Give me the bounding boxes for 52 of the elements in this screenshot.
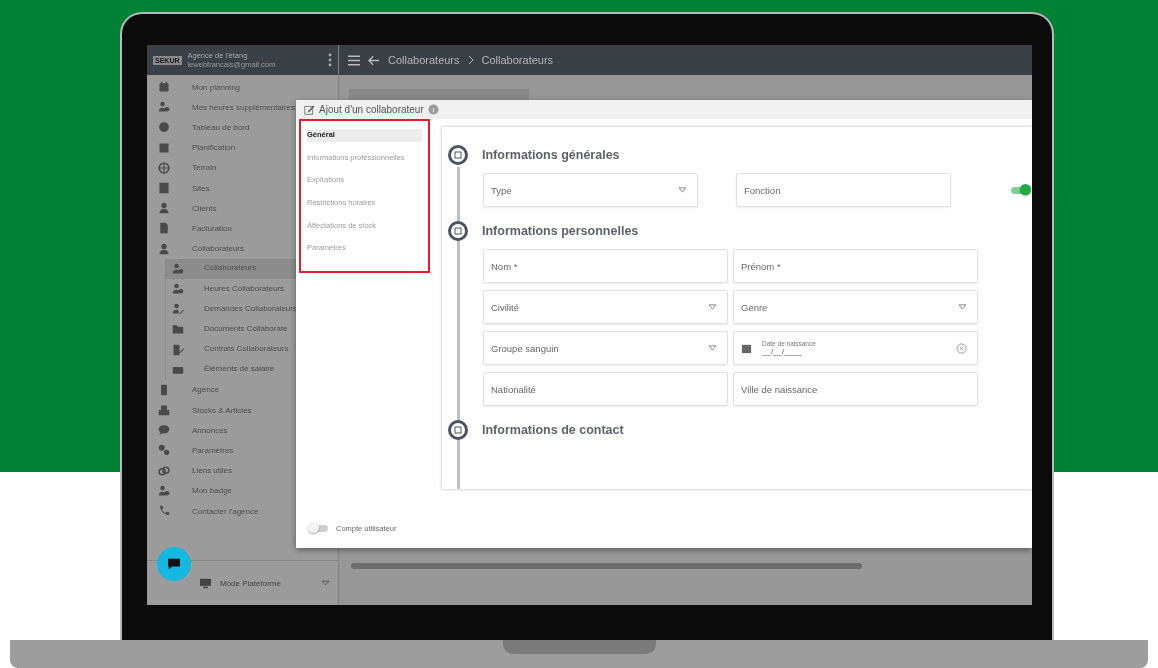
text-field[interactable]: Fonction: [736, 173, 951, 207]
document-pen-icon: [172, 343, 184, 356]
folder-icon: [172, 323, 184, 336]
section-heading: Informations personnelles: [482, 224, 639, 238]
user-icon: [172, 262, 184, 275]
text-field[interactable]: Nom *: [483, 249, 728, 283]
caret-icon: [708, 304, 717, 310]
caret-icon: [958, 304, 967, 310]
breadcrumb-link[interactable]: Collaborateurs: [388, 54, 460, 66]
section-heading: Informations de contact: [482, 423, 624, 437]
section-heading: Informations générales: [482, 148, 620, 162]
document-icon: [158, 222, 170, 235]
user-pen-icon: [172, 303, 184, 316]
text-field[interactable]: Prénom *: [733, 249, 978, 283]
caret-icon: [321, 580, 330, 586]
user-badge-icon: [158, 484, 170, 497]
menu-icon[interactable]: [348, 54, 360, 66]
dialog-title: Ajout d'un collaborateur: [319, 104, 424, 115]
sidebar-item[interactable]: Mon planning: [147, 77, 338, 98]
select-field[interactable]: Civilité: [483, 290, 728, 324]
user-icon: [158, 242, 170, 255]
gears-icon: [158, 444, 170, 457]
sidebar-item[interactable]: Contacter l'agence: [147, 500, 338, 522]
phone-icon: [158, 505, 170, 518]
breadcrumb-link[interactable]: Collaborateurs: [481, 54, 554, 66]
chat-button[interactable]: [157, 547, 191, 581]
chat-icon: [167, 558, 181, 570]
select-field[interactable]: Genre: [733, 290, 978, 324]
caret-icon: [678, 187, 687, 193]
text-field[interactable]: Nationalité: [483, 372, 728, 406]
caret-icon: [708, 345, 717, 351]
user-clock-icon: [172, 282, 184, 295]
back-arrow-icon[interactable]: [368, 54, 380, 66]
info-icon: [427, 104, 439, 115]
monitor-icon: [199, 577, 212, 589]
toggle-switch[interactable]: [310, 524, 328, 532]
user-clock-icon: [158, 101, 170, 114]
toggle-switch[interactable]: [1011, 186, 1029, 194]
mode-selector[interactable]: Mode Plateforme: [199, 577, 338, 589]
select-field[interactable]: Groupe sanguin: [483, 331, 728, 365]
select-field[interactable]: Type: [483, 173, 698, 207]
globe-icon: [158, 161, 170, 174]
kebab-menu-icon[interactable]: [328, 53, 332, 67]
link-icon: [158, 464, 170, 477]
text-field[interactable]: Ville de naissance: [733, 372, 978, 406]
speech-bubble-icon: [158, 424, 170, 437]
pencil-icon: [304, 104, 315, 115]
user-icon: [158, 202, 170, 215]
boxes-icon: [158, 404, 170, 417]
chevron-right-icon: [467, 55, 474, 65]
clear-icon[interactable]: [956, 342, 967, 354]
sidebar-item[interactable]: Mon badge: [147, 480, 338, 501]
